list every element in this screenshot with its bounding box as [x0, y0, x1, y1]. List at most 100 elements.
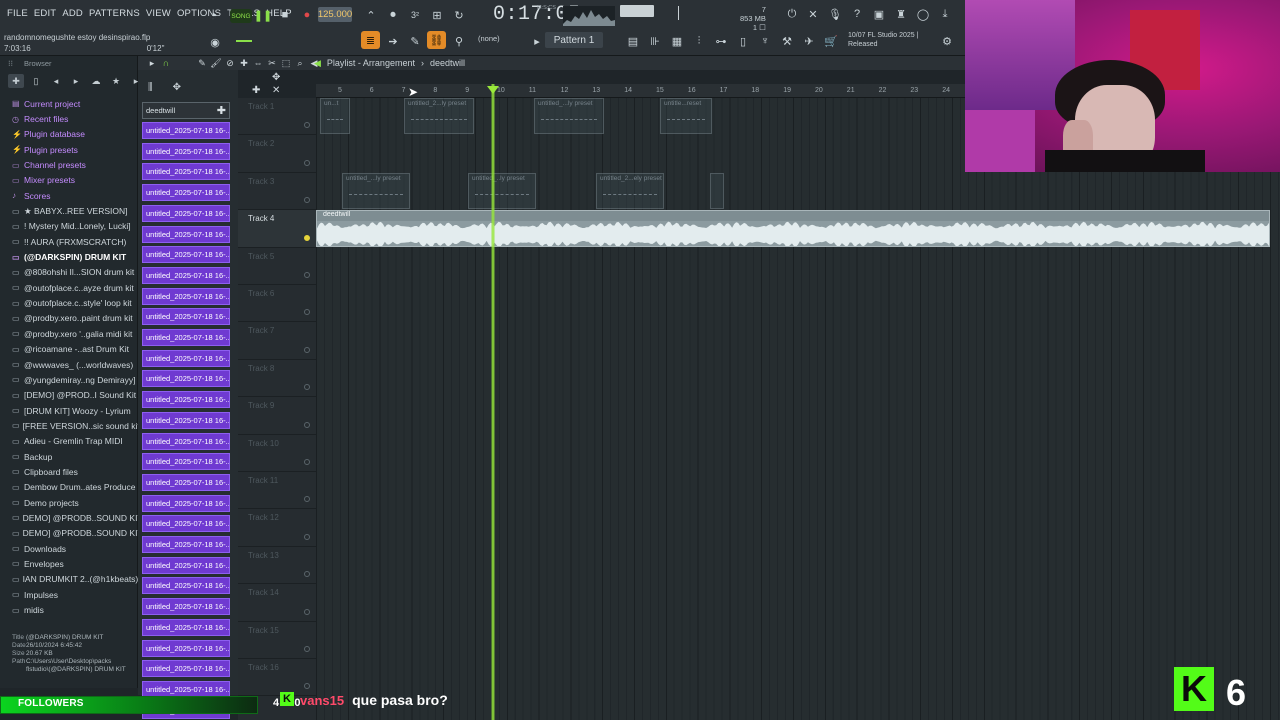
channel-rack-icon[interactable]: ⊪: [646, 32, 664, 50]
track-header[interactable]: Track 3: [238, 173, 316, 211]
playhead-marker-icon[interactable]: [487, 86, 499, 94]
chat-icon[interactable]: ◯: [914, 5, 932, 23]
picker-clip[interactable]: untitled_2025-07-18 16-...: [142, 618, 230, 636]
browser-item[interactable]: ▭ @yungdemiray..ng Demirayy]: [0, 372, 138, 387]
slice-tool-icon[interactable]: ✂: [266, 57, 278, 69]
picker-clip[interactable]: untitled_2025-07-18 16-...: [142, 556, 230, 574]
browser-item[interactable]: ▭ @prodby.xero '..galia midi kit: [0, 326, 138, 341]
picker-clip[interactable]: untitled_2025-07-18 16-...: [142, 142, 230, 160]
playlist-button[interactable]: ≣: [361, 31, 380, 49]
picker-clip[interactable]: untitled_2025-07-18 16-...: [142, 536, 230, 553]
track-header[interactable]: Track 1: [238, 98, 316, 136]
picker-clip[interactable]: untitled_2025-07-18 16-...: [142, 329, 230, 346]
paint-tool-icon[interactable]: 🖌: [210, 57, 222, 69]
playhead[interactable]: [491, 84, 495, 720]
mixer-icon[interactable]: ▤: [624, 32, 642, 50]
pattern-clip[interactable]: untitled_...ly preset: [534, 98, 604, 134]
audio-clip[interactable]: deedtwill: [316, 210, 1270, 247]
track-mute-icon[interactable]: [304, 571, 310, 578]
picker-clip[interactable]: untitled_2025-07-18 16-...: [142, 246, 230, 264]
picker-clip[interactable]: untitled_2025-07-18 16-...: [142, 660, 230, 678]
settings-gear-icon[interactable]: ⚙: [938, 32, 956, 50]
fl-studio-news[interactable]: 10/07 FL Studio 2025 | Released: [848, 31, 918, 49]
stop-button[interactable]: ■: [276, 6, 294, 24]
master-pitch-slider[interactable]: [678, 6, 679, 20]
playlist-arrow-icon[interactable]: ▸: [146, 57, 158, 69]
menu-item-add[interactable]: ADD: [59, 6, 86, 21]
picker-clip[interactable]: untitled_2025-07-18 16-...: [142, 432, 230, 450]
pattern-clip[interactable]: untitled_..ly preset: [468, 172, 536, 209]
pattern-clip[interactable]: [710, 172, 724, 209]
metronome-icon[interactable]: ⌃: [362, 6, 380, 24]
step-sequencer-icon[interactable]: ➔: [384, 32, 402, 50]
playlist-grid[interactable]: un...t untitled_2...ly preset untitled_...…: [316, 98, 1280, 720]
browser-item[interactable]: ▭ ★ BABYX..REE VERSION]: [0, 203, 138, 218]
picker-clip[interactable]: untitled_2025-07-18 16-...: [142, 225, 230, 243]
browser-item[interactable]: ▭ @wwwaves_ (...worldwaves): [0, 357, 138, 372]
browser-item[interactable]: ▭ midis: [0, 602, 138, 617]
record-button[interactable]: ●: [298, 6, 316, 24]
track-header[interactable]: Track 2: [238, 135, 316, 173]
tempo-display[interactable]: 125.000: [318, 7, 352, 22]
zoom-tool-icon[interactable]: ⌕: [294, 57, 306, 69]
picker-move-icon[interactable]: ✥: [173, 82, 181, 93]
browser-item[interactable]: ◷ Recent files: [0, 111, 138, 126]
power-icon[interactable]: ⏻: [783, 5, 801, 23]
browser-item[interactable]: ▭ Mixer presets: [0, 173, 138, 188]
remove-track-icon[interactable]: ✕: [272, 85, 280, 96]
picker-clip[interactable]: untitled_2025-07-18 16-...: [142, 184, 230, 202]
picker-selected-clip[interactable]: deedtwill ✚: [142, 102, 230, 119]
picker-clip[interactable]: untitled_2025-07-18 16-...: [142, 308, 230, 326]
picker-clip[interactable]: untitled_2025-07-18 16-...: [142, 494, 230, 512]
browser-item[interactable]: ▭ [FREE VERSION..sic sound kit: [0, 418, 138, 433]
browser-forward-icon[interactable]: ▸: [68, 74, 84, 88]
blend-notes-icon[interactable]: ⊞: [428, 6, 446, 24]
browser-tree-icon[interactable]: ⊶: [712, 32, 730, 50]
picker-clip[interactable]: untitled_2025-07-18 16-...: [142, 515, 230, 533]
track-mute-icon[interactable]: [304, 496, 310, 503]
browser-item[interactable]: ▭ Dembow Drum..ates Produce: [0, 480, 138, 495]
loop-record-icon[interactable]: ↻: [450, 6, 468, 24]
save-icon[interactable]: ▣: [870, 5, 888, 23]
track-mute-icon[interactable]: [304, 645, 310, 652]
browser-item[interactable]: ▭ DEMO] @PRODB..SOUND KIT: [0, 526, 138, 541]
midi-icon[interactable]: ✕: [804, 5, 822, 23]
browser-item[interactable]: ▭ @outofplace.c..ayze drum kit: [0, 280, 138, 295]
wait-input-icon[interactable]: ⏺: [384, 6, 402, 24]
menu-item-edit[interactable]: EDIT: [31, 6, 59, 21]
track-header[interactable]: Track 10: [238, 435, 316, 472]
plugin-icon[interactable]: ♜: [892, 5, 910, 23]
browser-back-icon[interactable]: ◂: [48, 74, 64, 88]
browser-item[interactable]: ▭ Clipboard files: [0, 464, 138, 479]
picker-clip[interactable]: untitled_2025-07-18 16-...: [142, 370, 230, 388]
browser-item[interactable]: ▭ @prodby.xero..paint drum kit: [0, 311, 138, 326]
slip-tool-icon[interactable]: ⇔: [252, 57, 264, 69]
channel-filter-select[interactable]: (none): [478, 34, 500, 43]
track-header[interactable]: Track 12: [238, 509, 316, 547]
browser-item[interactable]: ▭ Backup: [0, 449, 138, 464]
track-header[interactable]: Track 8: [238, 360, 316, 398]
tools-icon[interactable]: ⚒: [778, 32, 796, 50]
browser-grip-icon[interactable]: ⁝⁝: [8, 59, 13, 68]
help-icon[interactable]: ?: [848, 5, 866, 23]
download-icon[interactable]: ⤓: [936, 5, 954, 23]
browser-item[interactable]: ▭ Demo projects: [0, 495, 138, 510]
touch-icon[interactable]: ✈: [800, 32, 818, 50]
track-header[interactable]: Track 14: [238, 584, 316, 622]
browser-item[interactable]: ▭ Adieu - Gremlin Trap MIDI: [0, 434, 138, 449]
track-header[interactable]: Track 11: [238, 472, 316, 510]
picker-clip[interactable]: untitled_2025-07-18 16-...: [142, 391, 230, 409]
project-icon[interactable]: ▯: [734, 32, 752, 50]
browser-item[interactable]: ▭ (@DARKSPIN) DRUM KIT: [0, 249, 138, 264]
pattern-clip[interactable]: untitled_...ly preset: [342, 172, 410, 209]
track-mute-icon[interactable]: [304, 159, 310, 166]
browser-item[interactable]: ▭ @808ohshi Il...SION drum kit: [0, 265, 138, 280]
browser-item[interactable]: ▭ @ricoamane -..ast Drum Kit: [0, 342, 138, 357]
play-button[interactable]: ❚❚: [254, 6, 272, 24]
track-header[interactable]: Track 13: [238, 547, 316, 585]
track-mute-icon[interactable]: [304, 197, 310, 204]
picker-collapse-icon[interactable]: ⫼: [148, 82, 153, 93]
track-mute-icon[interactable]: [304, 608, 310, 615]
pattern-song-toggle[interactable]: SONG: [230, 9, 252, 23]
mic-icon[interactable]: 🎙: [826, 5, 844, 23]
